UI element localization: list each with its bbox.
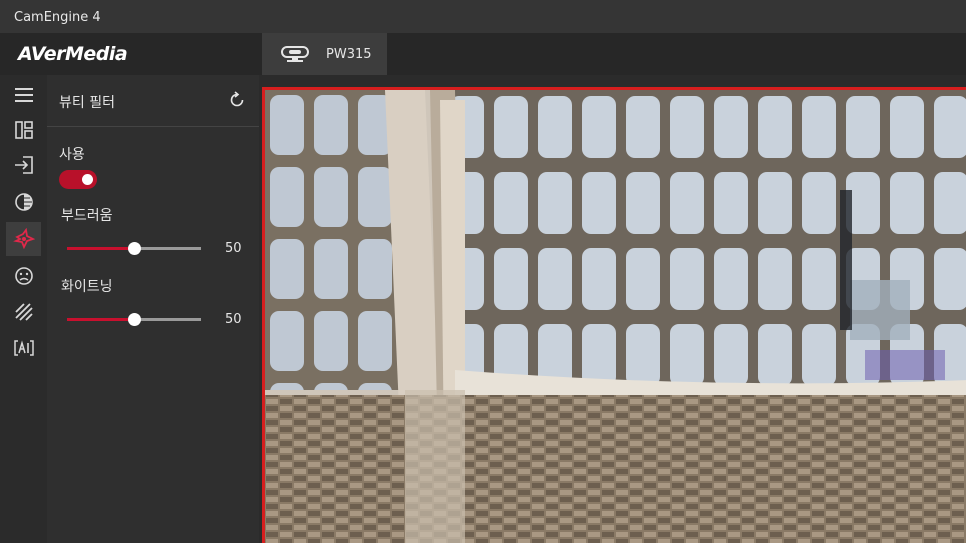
device-tab-label: PW315 bbox=[326, 46, 372, 62]
contrast-icon[interactable] bbox=[6, 185, 41, 219]
ai-icon[interactable] bbox=[6, 331, 41, 365]
stripes-icon[interactable] bbox=[6, 295, 41, 329]
webcam-icon bbox=[281, 46, 309, 62]
whitening-value: 50 bbox=[225, 312, 242, 327]
smoothness-thumb[interactable] bbox=[128, 242, 141, 255]
smoothness-value: 50 bbox=[225, 241, 242, 256]
window-title-bar: CamEngine 4 bbox=[0, 0, 966, 33]
panel-title: 뷰티 필터 bbox=[59, 95, 115, 111]
enable-toggle[interactable] bbox=[59, 170, 97, 189]
avermedia-logo: AVerMedia bbox=[18, 43, 128, 65]
input-icon[interactable] bbox=[6, 148, 41, 182]
camera-preview-image bbox=[262, 87, 966, 543]
smoothness-fill bbox=[67, 247, 134, 250]
window-title: CamEngine 4 bbox=[14, 10, 101, 25]
left-nav-rail bbox=[0, 75, 47, 543]
brand-bar: AVerMedia PW315 bbox=[0, 33, 966, 75]
menu-icon[interactable] bbox=[6, 78, 41, 112]
whitening-slider[interactable] bbox=[67, 312, 201, 326]
panel-header: 뷰티 필터 bbox=[47, 75, 259, 127]
camera-preview-area bbox=[259, 75, 966, 543]
whitening-thumb[interactable] bbox=[128, 313, 141, 326]
smoothness-label: 부드러움 bbox=[61, 208, 113, 224]
enable-label: 사용 bbox=[59, 147, 85, 163]
beauty-filter-icon[interactable] bbox=[6, 222, 41, 256]
whitening-label: 화이트닝 bbox=[61, 279, 113, 295]
beauty-filter-panel: 뷰티 필터 사용 부드러움 50 화이트닝 50 bbox=[47, 75, 259, 543]
smoothness-slider[interactable] bbox=[67, 241, 201, 255]
toggle-knob bbox=[82, 174, 93, 185]
reset-icon[interactable] bbox=[227, 90, 247, 110]
device-tab-pw315[interactable]: PW315 bbox=[262, 33, 387, 75]
layout-icon[interactable] bbox=[6, 113, 41, 147]
face-icon[interactable] bbox=[6, 259, 41, 293]
whitening-fill bbox=[67, 318, 134, 321]
